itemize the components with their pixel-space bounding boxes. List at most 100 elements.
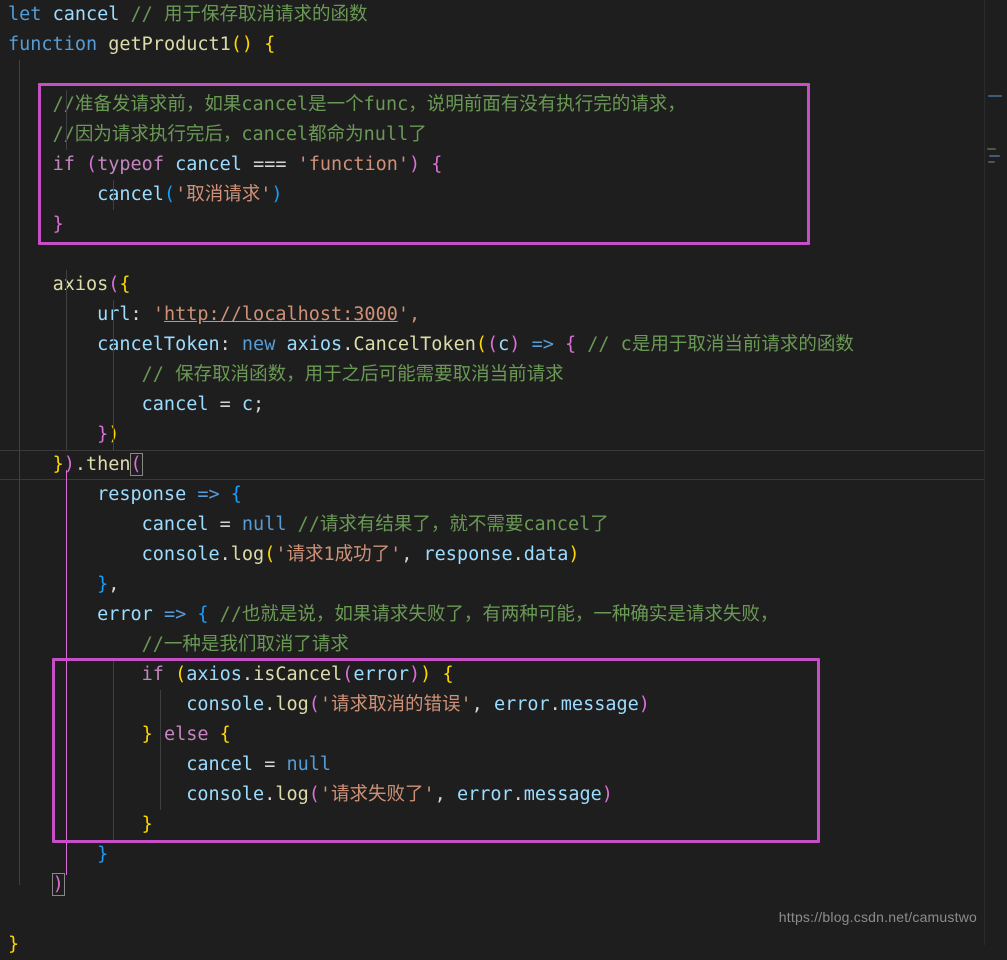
code-token: cancel: [97, 184, 164, 205]
code-token: {: [264, 34, 276, 55]
code-token: =>: [531, 334, 554, 355]
code-line[interactable]: function getProduct1() {: [0, 30, 985, 60]
code-token: error: [353, 664, 410, 685]
code-token: =: [264, 754, 276, 775]
code-line[interactable]: },: [0, 570, 985, 600]
code-line[interactable]: } else {: [0, 720, 985, 750]
code-editor[interactable]: let cancel // 用于保存取消请求的函数 function getPro…: [0, 0, 1007, 955]
indent-guide: [160, 690, 161, 810]
code-token: {: [564, 334, 577, 355]
code-token: (): [230, 34, 254, 55]
code-line[interactable]: ): [0, 870, 985, 900]
code-token: '请求失败了': [319, 784, 435, 805]
code-line[interactable]: // 保存取消函数，用于之后可能需要取消当前请求: [0, 360, 985, 390]
code-token: ': [152, 304, 164, 325]
code-token: }: [52, 454, 64, 475]
code-token: (: [175, 664, 187, 685]
code-line[interactable]: //准备发请求前，如果cancel是一个func，说明前面有没有执行完的请求，: [0, 90, 985, 120]
code-line[interactable]: }: [0, 840, 985, 870]
code-line[interactable]: [0, 240, 985, 270]
code-token: {: [442, 664, 454, 685]
code-token: cancel: [175, 154, 242, 175]
code-token: ): [509, 334, 521, 355]
code-line[interactable]: }).then(: [0, 450, 985, 480]
indent-guide: [113, 660, 114, 840]
code-token: let: [8, 4, 42, 25]
code-line[interactable]: error => { //也就是说，如果请求失败了，有两种可能，一种确实是请求失…: [0, 600, 985, 630]
code-line[interactable]: }: [0, 210, 985, 240]
code-line[interactable]: cancel = null: [0, 750, 985, 780]
code-line[interactable]: cancel = null //请求有结果了，就不需要cancel了: [0, 510, 985, 540]
code-token: // 保存取消函数，用于之后可能需要取消当前请求: [141, 364, 564, 385]
code-line[interactable]: if (typeof cancel === 'function') {: [0, 150, 985, 180]
minimap-mark: [988, 161, 995, 163]
code-content[interactable]: let cancel // 用于保存取消请求的函数 function getPro…: [0, 0, 985, 955]
code-token: // c是用于取消当前请求的函数: [587, 334, 854, 355]
code-token: //一种是我们取消了请求: [141, 634, 349, 655]
code-line[interactable]: let cancel // 用于保存取消请求的函数: [0, 0, 985, 30]
code-token: ,: [401, 544, 424, 565]
code-line[interactable]: cancelToken: new axios.CancelToken((c) =…: [0, 330, 985, 360]
code-token: response: [97, 484, 187, 505]
code-line[interactable]: console.log('请求1成功了', response.data): [0, 540, 985, 570]
code-token: cancelToken: [97, 334, 220, 355]
code-token: :: [219, 334, 242, 355]
code-token: {: [197, 604, 209, 625]
code-token: (: [129, 453, 143, 476]
code-line[interactable]: cancel('取消请求'): [0, 180, 985, 210]
code-token: .: [264, 694, 276, 715]
code-line[interactable]: console.log('请求失败了', error.message): [0, 780, 985, 810]
code-line[interactable]: console.log('请求取消的错误', error.message): [0, 690, 985, 720]
code-line[interactable]: if (axios.isCancel(error)) {: [0, 660, 985, 690]
code-line[interactable]: }): [0, 420, 985, 450]
code-token: (: [264, 544, 276, 565]
code-line[interactable]: }: [0, 930, 985, 960]
code-line[interactable]: //因为请求执行完后，cancel都命为null了: [0, 120, 985, 150]
code-line[interactable]: axios({: [0, 270, 985, 300]
code-token: ',: [397, 304, 421, 325]
minimap[interactable]: [984, 0, 1007, 945]
code-line[interactable]: //一种是我们取消了请求: [0, 630, 985, 660]
code-token: =>: [163, 604, 187, 625]
code-token: c: [241, 394, 254, 415]
indent-guide: [66, 90, 67, 150]
code-token: axios: [286, 334, 343, 355]
code-token: 'function': [297, 154, 410, 175]
code-line[interactable]: response => {: [0, 480, 985, 510]
code-token: getProduct1: [108, 34, 231, 55]
code-line[interactable]: [0, 60, 985, 90]
code-line[interactable]: }: [0, 810, 985, 840]
code-token: {: [230, 484, 242, 505]
code-token: error: [493, 694, 550, 715]
code-token: ): [568, 544, 580, 565]
code-token: ): [271, 184, 283, 205]
code-token: =: [219, 514, 231, 535]
code-token: http://localhost:3000: [163, 304, 398, 325]
code-line[interactable]: cancel = c;: [0, 390, 985, 420]
code-line[interactable]: url: 'http://localhost:3000',: [0, 300, 985, 330]
